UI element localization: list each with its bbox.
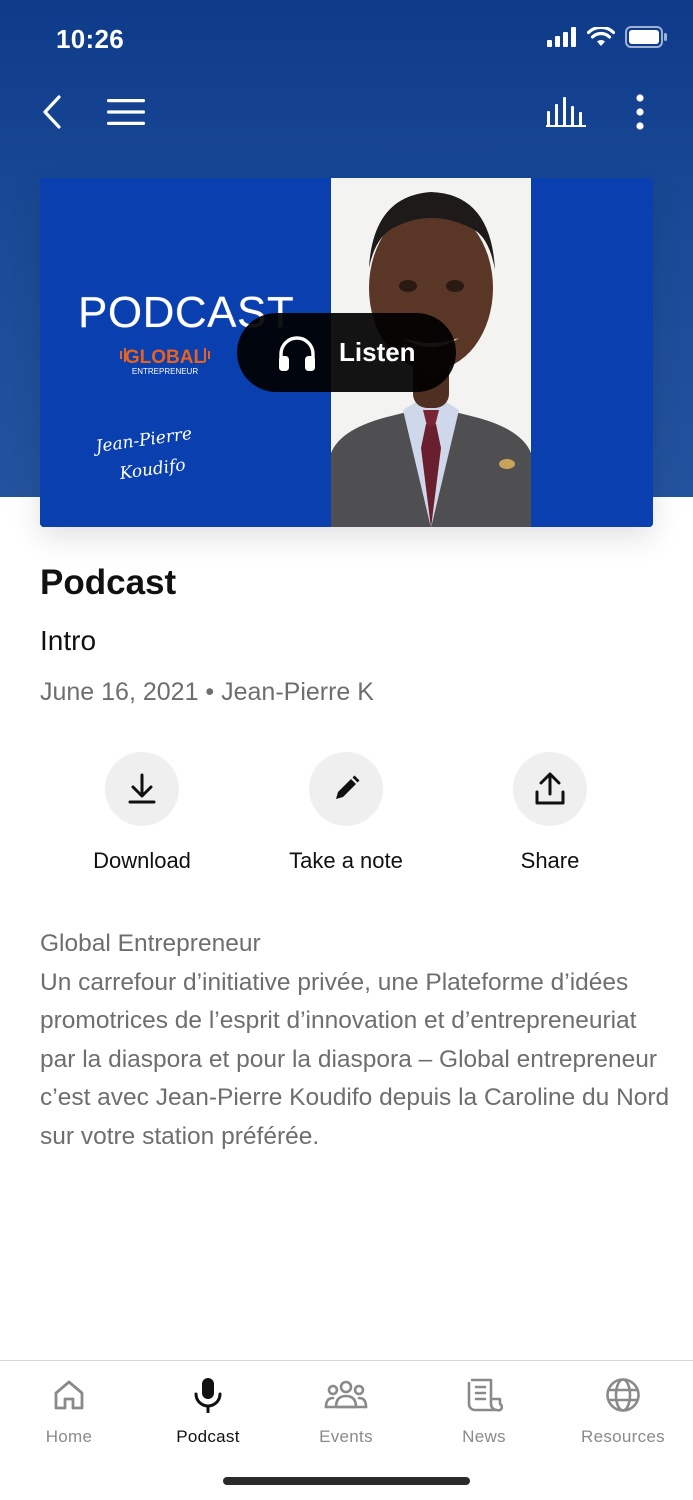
home-indicator — [223, 1477, 470, 1485]
equalizer-icon — [546, 97, 586, 127]
share-icon — [535, 772, 565, 805]
tab-podcast[interactable]: Podcast — [139, 1373, 277, 1447]
tab-news-label: News — [462, 1427, 506, 1446]
audio-levels-button[interactable] — [542, 92, 590, 132]
headphones-icon — [279, 335, 315, 371]
newspaper-icon — [467, 1378, 503, 1412]
hamburger-menu-icon — [107, 99, 145, 125]
episode-title: Intro — [40, 625, 97, 656]
share-label: Share — [520, 848, 580, 873]
vertical-dots-icon — [636, 94, 644, 130]
description-heading: Global Entrepreneur — [40, 930, 261, 957]
tab-podcast-label: Podcast — [176, 1427, 240, 1446]
battery-icon — [625, 26, 667, 53]
global-entrepreneur-logo: GLOBAL ENTREPRENEUR — [120, 347, 210, 376]
download-circle — [105, 752, 179, 826]
download-button[interactable]: Download — [42, 752, 242, 874]
globe-icon — [606, 1378, 640, 1412]
tab-resources[interactable]: Resources — [554, 1373, 692, 1447]
tab-home-label: Home — [45, 1427, 93, 1446]
listen-button[interactable]: Listen — [237, 313, 456, 392]
take-note-label: Take a note — [289, 848, 403, 873]
download-icon — [128, 773, 156, 804]
more-options-button[interactable] — [622, 90, 658, 134]
cover-right-panel — [531, 178, 653, 527]
back-button[interactable] — [34, 90, 70, 134]
page-title: Podcast — [40, 563, 177, 602]
tab-resources-label: Resources — [581, 1427, 665, 1446]
top-navigation-bar — [0, 80, 693, 144]
logo-text: GLOBAL — [125, 347, 206, 368]
wifi-icon — [586, 25, 616, 52]
menu-button[interactable] — [104, 92, 148, 132]
home-icon — [54, 1380, 84, 1410]
microphone-icon — [194, 1378, 222, 1413]
tab-home[interactable]: Home — [0, 1373, 138, 1447]
tab-events[interactable]: Events — [277, 1373, 415, 1447]
tab-news[interactable]: News — [415, 1373, 553, 1447]
take-note-circle — [309, 752, 383, 826]
people-icon — [324, 1380, 368, 1409]
take-note-button[interactable]: Take a note — [246, 752, 446, 874]
status-icons — [547, 25, 667, 53]
episode-description: Global Entrepreneur Un carrefour d’initi… — [40, 925, 670, 1156]
listen-label: Listen — [339, 337, 416, 367]
logo-subtext: ENTREPRENEUR — [132, 367, 198, 376]
pencil-icon — [336, 775, 360, 799]
cellular-signal-icon — [547, 27, 577, 52]
status-time: 10:26 — [56, 24, 124, 54]
status-bar: 10:26 — [0, 0, 693, 78]
share-button[interactable]: Share — [450, 752, 650, 874]
download-label: Download — [93, 848, 191, 873]
episode-meta: June 16, 2021 • Jean-Pierre K — [40, 678, 374, 706]
share-circle — [513, 752, 587, 826]
tab-events-label: Events — [319, 1427, 373, 1446]
chevron-left-icon — [43, 95, 61, 129]
description-body: Un carrefour d’initiative privée, une Pl… — [40, 968, 670, 1150]
